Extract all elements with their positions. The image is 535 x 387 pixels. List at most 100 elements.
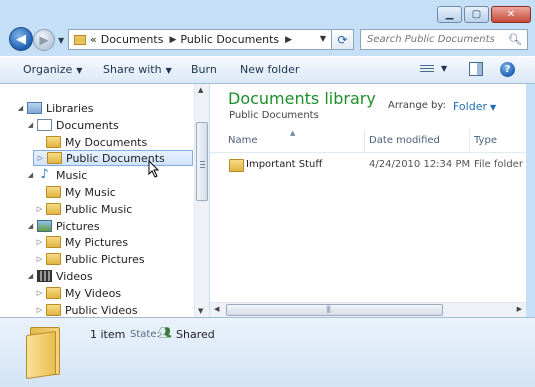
- library-title: Documents library: [228, 89, 376, 108]
- explorer-window: ▁ ▢ ✕ ◀ ▶ ▼ « Documents ▶ Public Documen…: [0, 0, 535, 387]
- address-bar[interactable]: « Documents ▶ Public Documents ▶ ▼: [68, 29, 332, 50]
- folder-icon: [74, 34, 86, 45]
- tree-item-public-pictures[interactable]: ▷ Public Pictures: [35, 251, 145, 267]
- file-date: 4/24/2010 12:34 PM: [369, 159, 471, 170]
- maximize-icon[interactable]: ▢: [464, 6, 489, 23]
- tree-label: My Pictures: [65, 235, 129, 249]
- navigation-pane-scrollbar[interactable]: ▲ ▼: [194, 84, 209, 317]
- tree-item-my-pictures[interactable]: ▷ My Pictures: [35, 234, 128, 250]
- scroll-down-icon[interactable]: ▼: [198, 307, 203, 315]
- tree-label: Public Pictures: [65, 252, 145, 266]
- expand-triangle-icon[interactable]: ▷: [36, 154, 45, 162]
- scroll-right-icon[interactable]: ▶: [517, 305, 522, 313]
- tree-label: My Documents: [65, 135, 148, 149]
- scroll-left-icon[interactable]: ◀: [214, 305, 219, 313]
- refresh-button[interactable]: ⟳: [332, 29, 354, 50]
- tree-label: Public Videos: [65, 303, 138, 317]
- breadcrumb-overflow[interactable]: «: [90, 33, 97, 46]
- tree-label: My Videos: [65, 286, 122, 300]
- breadcrumb-chevron-icon[interactable]: ▶: [285, 35, 292, 45]
- chevron-down-icon: ▼: [165, 66, 172, 75]
- tree-item-libraries[interactable]: ◢ Libraries: [16, 100, 94, 116]
- column-divider[interactable]: [364, 130, 365, 152]
- navigation-pane: ◢ Libraries ◢ Documents My Documents ▷ Publ…: [0, 84, 209, 317]
- help-glyph: ?: [504, 64, 511, 75]
- folder-icon: [46, 203, 61, 215]
- tree-item-my-videos[interactable]: ▷ My Videos: [35, 285, 121, 301]
- expand-triangle-icon[interactable]: ▷: [35, 205, 44, 213]
- details-pane: 1 item State: 👥︎ Shared: [0, 317, 535, 387]
- forward-button[interactable]: ▶: [33, 29, 55, 51]
- collapse-triangle-icon[interactable]: ◢: [26, 272, 35, 280]
- library-icon: [27, 102, 42, 114]
- recent-pages-dropdown-icon[interactable]: ▼: [58, 36, 64, 45]
- folder-icon: [46, 186, 61, 198]
- file-row[interactable]: Important Stuff 4/24/2010 12:34 PM File …: [210, 156, 526, 174]
- tree-item-public-documents[interactable]: ▷ Public Documents: [33, 150, 193, 166]
- column-type[interactable]: Type: [474, 135, 497, 146]
- help-icon[interactable]: ?: [500, 62, 515, 77]
- tree-item-my-documents[interactable]: My Documents: [35, 134, 147, 150]
- scrollbar-thumb[interactable]: [196, 122, 208, 201]
- collapse-triangle-icon[interactable]: ◢: [26, 121, 35, 129]
- tree-item-public-music[interactable]: ▷ Public Music: [35, 201, 133, 217]
- minimize-icon[interactable]: ▁: [437, 6, 462, 23]
- back-button[interactable]: ◀: [9, 27, 33, 51]
- column-date-modified[interactable]: Date modified: [369, 135, 440, 146]
- mouse-pointer-icon: [148, 160, 160, 178]
- new-folder-button[interactable]: New folder: [240, 63, 299, 76]
- arrange-by-dropdown[interactable]: Folder ▼: [453, 100, 496, 113]
- expand-triangle-icon[interactable]: ▷: [35, 306, 44, 314]
- folder-icon: [229, 159, 244, 172]
- shared-users-icon: 👥︎: [158, 326, 172, 339]
- column-divider[interactable]: [469, 130, 470, 152]
- chevron-down-icon: ▼: [490, 103, 497, 112]
- refresh-icon: ⟳: [337, 32, 348, 47]
- burn-label: Burn: [191, 63, 217, 76]
- tree-item-documents[interactable]: ◢ Documents: [26, 117, 119, 133]
- breadcrumb-public-documents[interactable]: Public Documents: [180, 33, 279, 46]
- tree-item-music[interactable]: ◢ ♪ Music: [26, 167, 88, 183]
- address-dropdown-icon[interactable]: ▼: [320, 34, 326, 43]
- column-name[interactable]: Name: [228, 135, 258, 146]
- breadcrumb-chevron-icon[interactable]: ▶: [169, 35, 176, 45]
- large-folder-icon: [26, 325, 68, 380]
- tree-item-my-music[interactable]: My Music: [35, 184, 116, 200]
- preview-pane-icon[interactable]: [469, 62, 483, 76]
- file-list-horizontal-scrollbar[interactable]: ◀ ||| ▶: [210, 302, 526, 317]
- window-right-border: [526, 84, 535, 317]
- folder-icon: [46, 304, 61, 316]
- scroll-up-icon[interactable]: ▲: [198, 86, 203, 94]
- search-input[interactable]: [367, 31, 507, 48]
- file-list-pane: Documents library Public Documents Arran…: [210, 84, 526, 317]
- scrollbar-thumb[interactable]: [226, 304, 443, 316]
- caption-buttons: ▁ ▢ ✕: [437, 6, 531, 23]
- tree-label: My Music: [65, 185, 116, 199]
- expand-triangle-icon[interactable]: ▷: [35, 289, 44, 297]
- collapse-triangle-icon[interactable]: ◢: [26, 222, 35, 230]
- collapse-triangle-icon[interactable]: ◢: [16, 104, 25, 112]
- grip-icon: |||: [326, 305, 331, 313]
- close-icon[interactable]: ✕: [491, 6, 531, 23]
- tree-label: Pictures: [56, 219, 100, 233]
- change-view-icon[interactable]: [420, 63, 434, 74]
- pictures-icon: [37, 220, 52, 232]
- expand-triangle-icon[interactable]: ▷: [35, 238, 44, 246]
- arrange-by-value: Folder: [453, 100, 487, 113]
- burn-button[interactable]: Burn: [191, 63, 217, 76]
- collapse-triangle-icon[interactable]: ◢: [26, 171, 35, 179]
- back-arrow-icon: ◀: [16, 31, 26, 47]
- search-icon[interactable]: 🔍︎: [508, 33, 522, 46]
- state-value: Shared: [176, 328, 215, 341]
- file-type: File folder: [474, 159, 523, 170]
- tree-item-public-videos[interactable]: ▷ Public Videos: [35, 302, 138, 317]
- search-box[interactable]: 🔍︎: [360, 29, 528, 50]
- tree-item-pictures[interactable]: ◢ Pictures: [26, 218, 100, 234]
- organize-button[interactable]: Organize ▼: [23, 63, 82, 76]
- expand-triangle-icon[interactable]: ▷: [35, 255, 44, 263]
- forward-arrow-icon: ▶: [39, 33, 49, 47]
- tree-item-videos[interactable]: ◢ Videos: [26, 268, 93, 284]
- view-dropdown-icon[interactable]: ▼: [441, 64, 447, 73]
- share-with-button[interactable]: Share with ▼: [103, 63, 172, 76]
- breadcrumb-documents[interactable]: Documents: [101, 33, 164, 46]
